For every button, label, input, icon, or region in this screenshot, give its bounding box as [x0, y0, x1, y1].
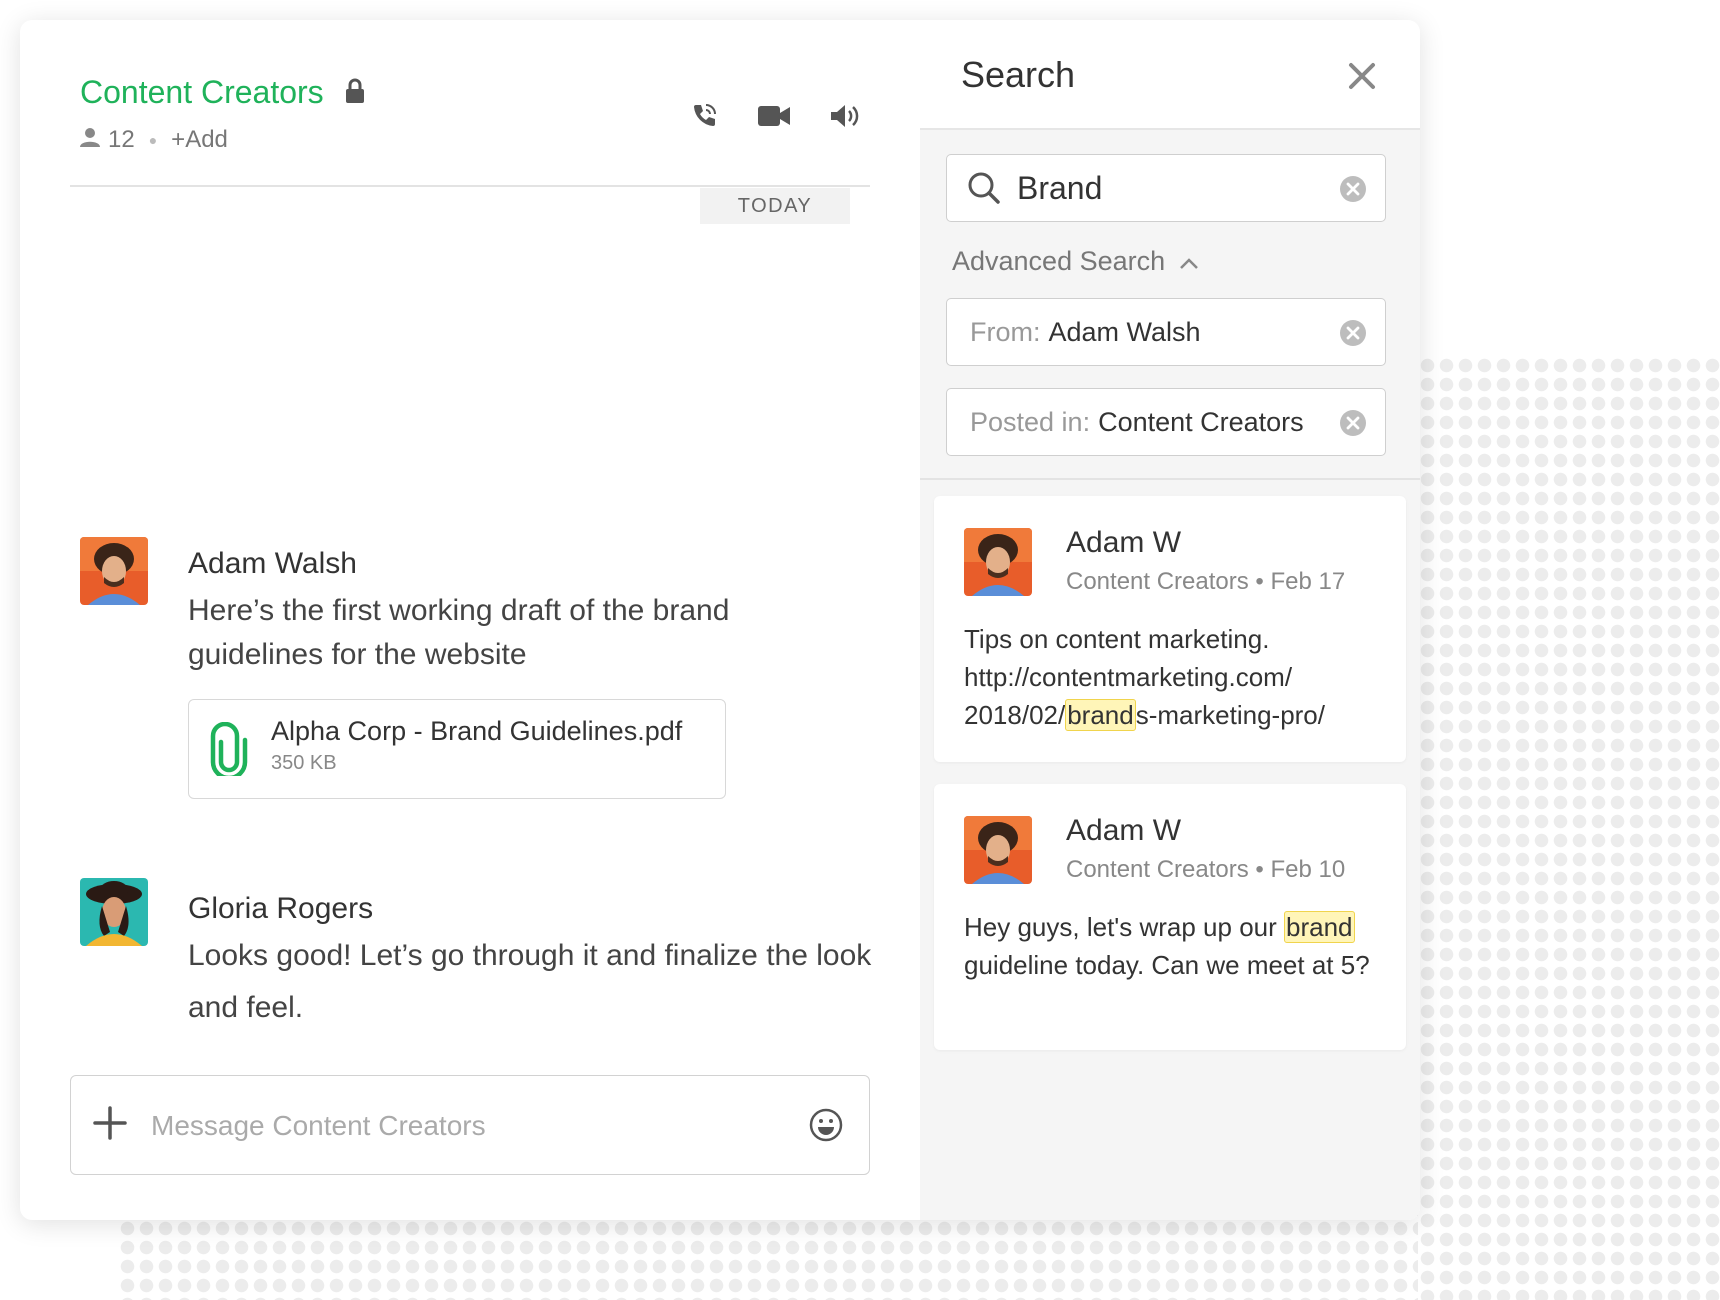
avatar — [964, 528, 1032, 596]
file-attachment[interactable]: Alpha Corp - Brand Guidelines.pdf 350 KB — [188, 699, 726, 799]
user-icon — [80, 126, 100, 154]
speaker-icon[interactable] — [830, 103, 860, 134]
search-header: Search — [920, 20, 1420, 130]
filter-label: Posted in: — [970, 406, 1091, 437]
search-query[interactable]: Brand — [1017, 155, 1102, 221]
posted-in-filter[interactable]: Posted in: Content Creators — [946, 388, 1386, 456]
avatar — [964, 816, 1032, 884]
separator-dot: ● — [148, 132, 158, 148]
decorative-dot-pattern — [1418, 356, 1720, 1300]
message-text: Here’s the first working draft of the br… — [188, 594, 730, 671]
message-text: Looks good! Let’s go through it and fina… — [188, 939, 872, 1024]
result-author: Adam W — [1066, 526, 1182, 559]
result-text: Hey guys, let's wrap up our brand guidel… — [964, 908, 1394, 984]
clear-icon[interactable] — [1339, 409, 1367, 442]
clear-icon[interactable] — [1339, 175, 1367, 208]
filter-value: Content Creators — [1098, 406, 1304, 437]
message-composer: Message Content Creators — [70, 1075, 870, 1175]
result-date: Feb 10 — [1270, 856, 1346, 883]
filter-value: Adam Walsh — [1048, 316, 1201, 347]
result-author: Adam W — [1066, 814, 1182, 847]
clear-icon[interactable] — [1339, 319, 1367, 352]
emoji-icon[interactable] — [809, 1108, 843, 1147]
file-size: 350 KB — [271, 752, 337, 774]
message-author[interactable]: Adam Walsh — [188, 547, 357, 581]
result-text-after: guideline today. Can we meet at 5? — [964, 950, 1370, 980]
result-text-after: s-marketing-pro/ — [1135, 700, 1325, 730]
plus-icon[interactable] — [93, 1106, 127, 1145]
result-meta: Content Creators • Feb 10 — [1066, 856, 1346, 883]
search-title: Search — [961, 54, 1076, 95]
search-icon — [967, 171, 1001, 210]
result-channel: Content Creators — [1066, 856, 1249, 883]
search-result[interactable]: Adam W Content Creators • Feb 17 Tips on… — [934, 496, 1406, 762]
result-date: Feb 17 — [1270, 568, 1346, 595]
avatar[interactable] — [80, 537, 148, 605]
search-highlight: brand — [1065, 699, 1136, 731]
result-channel: Content Creators — [1066, 568, 1249, 595]
channel-meta: 12 ● +Add — [80, 126, 228, 154]
advanced-search-label: Advanced Search — [952, 246, 1166, 276]
video-icon[interactable] — [758, 104, 790, 133]
add-member-link[interactable]: +Add — [171, 126, 228, 154]
chevron-up-icon — [1179, 246, 1199, 277]
search-highlight: brand — [1284, 911, 1355, 943]
file-name: Alpha Corp - Brand Guidelines.pdf — [271, 716, 683, 746]
message-input[interactable]: Message Content Creators — [151, 1110, 486, 1142]
app-window: Content Creators 12 ● +Add TODAY Adam Wa… — [20, 20, 1420, 1220]
results-divider — [920, 478, 1420, 480]
header-divider — [70, 185, 870, 187]
avatar[interactable] — [80, 878, 148, 946]
search-result[interactable]: Adam W Content Creators • Feb 10 Hey guy… — [934, 784, 1406, 1050]
member-count[interactable]: 12 — [108, 126, 135, 154]
date-separator: TODAY — [700, 188, 850, 224]
lock-icon — [345, 78, 365, 109]
result-text-before: Hey guys, let's wrap up our — [964, 912, 1284, 942]
filter-label: From: — [970, 316, 1041, 347]
chat-pane: Content Creators 12 ● +Add TODAY Adam Wa… — [20, 20, 920, 1220]
message-author[interactable]: Gloria Rogers — [188, 892, 373, 926]
paperclip-icon — [209, 721, 249, 781]
channel-title[interactable]: Content Creators — [80, 74, 324, 111]
close-icon[interactable] — [1348, 62, 1376, 95]
search-pane: Search Brand Advanced Search From: Adam … — [920, 20, 1420, 1220]
result-meta: Content Creators • Feb 17 — [1066, 568, 1346, 595]
advanced-search-toggle[interactable]: Advanced Search — [952, 246, 1199, 277]
result-text: Tips on content marketing. http://conten… — [964, 620, 1394, 734]
phone-icon[interactable] — [690, 102, 718, 135]
call-actions — [690, 102, 860, 135]
search-input[interactable]: Brand — [946, 154, 1386, 222]
from-filter[interactable]: From: Adam Walsh — [946, 298, 1386, 366]
